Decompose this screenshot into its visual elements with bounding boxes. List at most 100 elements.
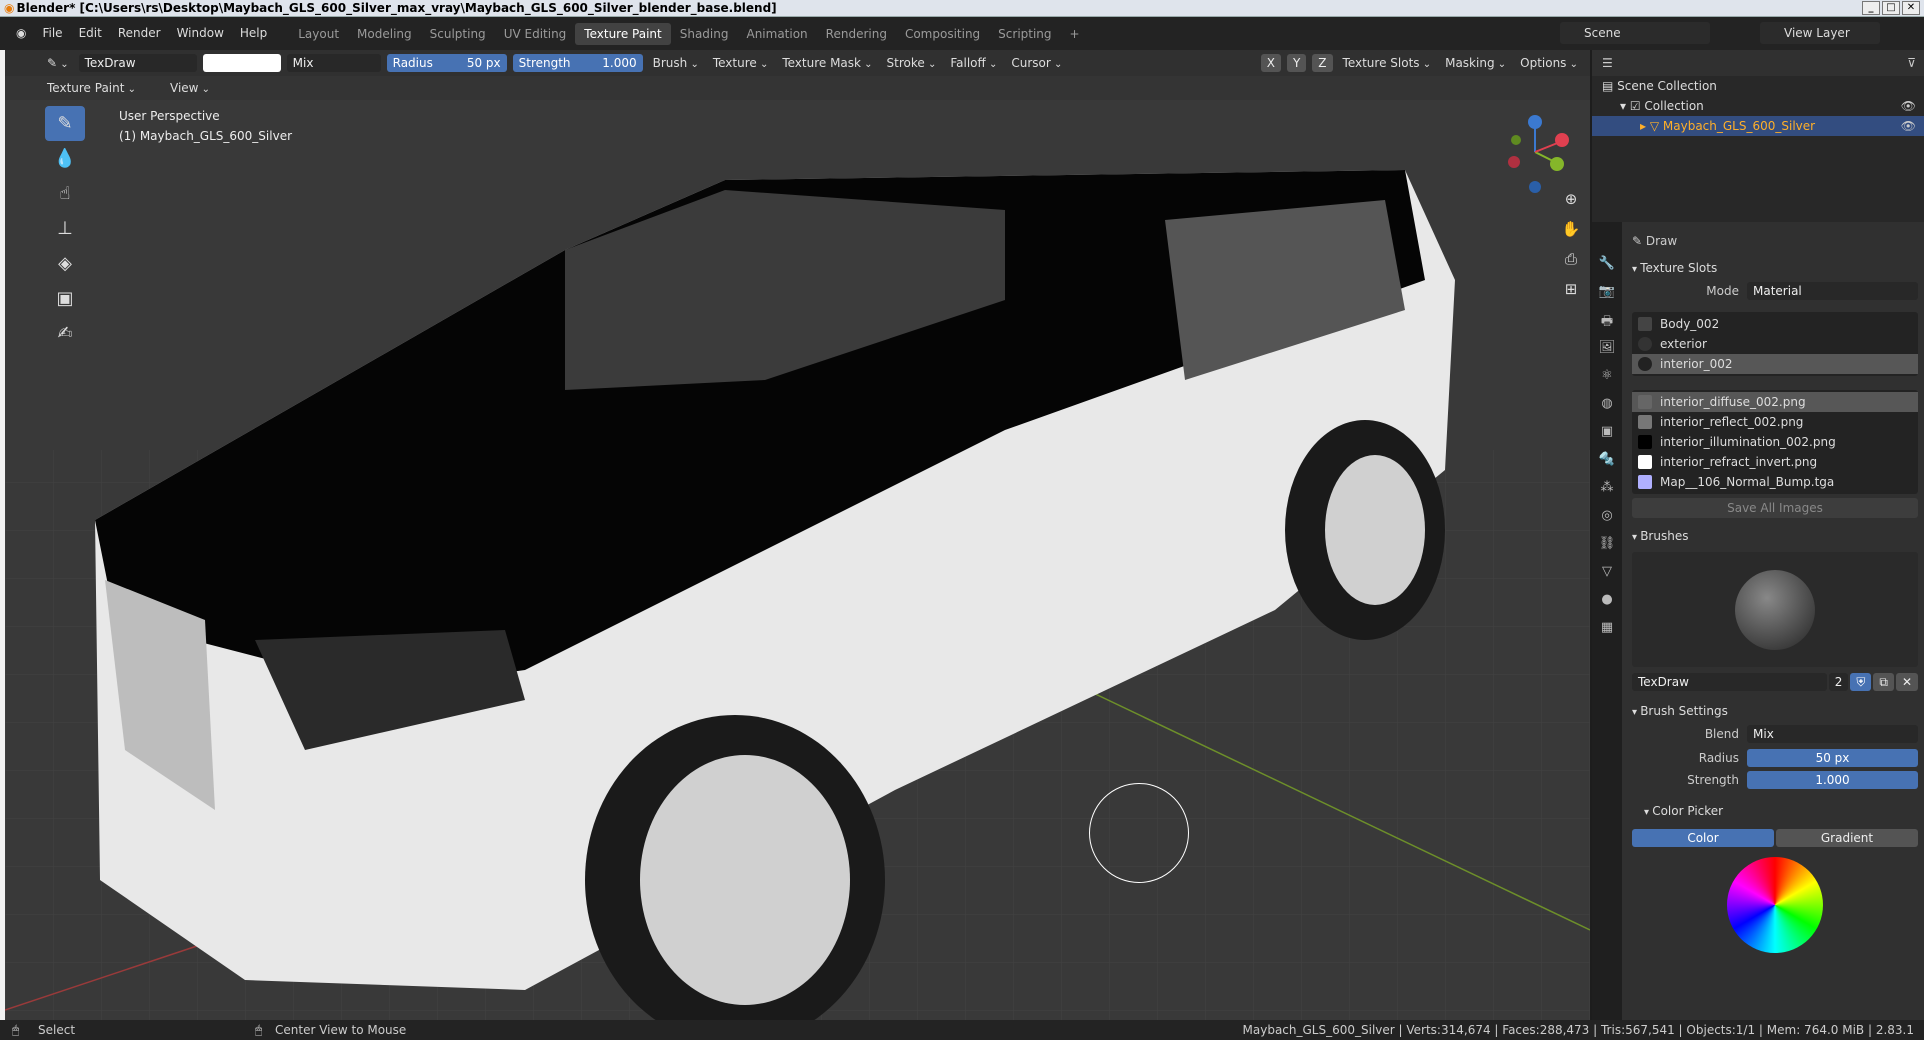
list-item[interactable]: interior_illumination_002.png [1632,432,1918,452]
list-item[interactable]: interior_reflect_002.png [1632,412,1918,432]
mirror-x-toggle[interactable]: X [1260,54,1281,72]
menu-falloff[interactable]: Falloff [946,54,1001,72]
clone-tool-icon[interactable]: ⊥ [45,211,85,246]
eye-icon[interactable]: 👁 [1901,96,1916,116]
duplicate-icon[interactable]: ⧉ [1873,673,1894,691]
color-picker-header[interactable]: Color Picker [1624,799,1924,823]
brushes-header[interactable]: Brushes [1624,524,1924,548]
draw-tool-icon[interactable]: ✎ [45,106,85,141]
list-item[interactable]: Body_002 [1632,314,1918,334]
blend-dropdown[interactable]: Mix [1747,725,1918,743]
tab-uv-editing[interactable]: UV Editing [495,23,576,45]
unlink-icon[interactable]: ✕ [1895,673,1918,691]
list-item[interactable]: Map__106_Normal_Bump.tga [1632,472,1918,492]
tab-layout[interactable]: Layout [289,23,348,45]
tab-animation[interactable]: Animation [737,23,816,45]
blend-mode-dropdown[interactable]: Mix [286,54,381,72]
tab-sculpting[interactable]: Sculpting [421,23,495,45]
tab-compositing[interactable]: Compositing [896,23,989,45]
mask-tool-icon[interactable]: ▣ [45,281,85,316]
filter-icon[interactable]: ⊽ [1907,56,1916,70]
modifier-tab-icon[interactable]: 🔩 [1599,452,1615,474]
color-wheel[interactable] [1727,857,1823,953]
menu-view[interactable]: View [166,79,214,97]
smear-tool-icon[interactable]: ☝ [45,176,85,211]
world-tab-icon[interactable]: ◍ [1601,396,1612,418]
brush-color-swatch[interactable] [202,54,281,72]
list-item[interactable]: interior_refract_invert.png [1632,452,1918,472]
tool-tab-icon[interactable]: 🔧 [1599,256,1615,278]
strength-slider[interactable]: Strength 1.000 [512,54,643,72]
menu-cursor[interactable]: Cursor [1007,54,1066,72]
radius-field[interactable]: 50 px [1747,749,1918,767]
menu-masking[interactable]: Masking [1441,54,1510,72]
brush-name-field[interactable]: TexDraw [1632,673,1827,691]
menu-help[interactable]: Help [232,17,275,50]
data-tab-icon[interactable]: ▽ [1602,564,1612,586]
render-tab-icon[interactable]: 📷 [1599,284,1615,306]
ortho-grid-icon[interactable]: ⊞ [1558,280,1584,302]
texture-tab-icon[interactable]: ▦ [1601,620,1613,642]
display-mode-icon[interactable]: ☰ [1602,56,1613,70]
object-tab-icon[interactable]: ▣ [1601,424,1613,446]
constraints-tab-icon[interactable]: ⛓ [1599,536,1616,558]
material-tab-icon[interactable]: ● [1601,592,1612,614]
navigation-gizmo[interactable] [1500,112,1580,197]
tab-gradient[interactable]: Gradient [1776,829,1918,847]
menu-render[interactable]: Render [110,17,169,50]
output-tab-icon[interactable]: 🖶 [1601,312,1613,334]
fake-user-icon[interactable]: ⛨ [1850,673,1872,691]
scene-collection-row[interactable]: ▤ Scene Collection [1592,76,1924,96]
list-item[interactable]: interior_002 [1632,354,1918,374]
tab-scripting[interactable]: Scripting [989,23,1060,45]
menu-options[interactable]: Options [1516,54,1582,72]
eye-icon[interactable]: 👁 [1901,116,1916,136]
3d-viewport[interactable]: ✎ TexDraw Mix Radius50 px Strength1.000 … [5,50,1590,1020]
object-row[interactable]: ▸ ▽ Maybach_GLS_600_Silver 👁 [1592,116,1924,136]
pan-hand-icon[interactable]: ✋ [1558,220,1584,242]
menu-brush[interactable]: Brush [649,54,703,72]
maximize-button[interactable]: □ [1882,1,1900,15]
collection-row[interactable]: ▾ ☑ Collection 👁 [1592,96,1924,116]
tab-rendering[interactable]: Rendering [817,23,896,45]
close-button[interactable]: ✕ [1902,1,1920,15]
soften-tool-icon[interactable]: 💧 [45,141,85,176]
fill-tool-icon[interactable]: ◈ [45,246,85,281]
strength-field[interactable]: 1.000 [1747,771,1918,789]
menu-texture-mask[interactable]: Texture Mask [778,54,876,72]
menu-texture-slots[interactable]: Texture Slots [1339,54,1436,72]
camera-icon[interactable]: ⎙ [1558,250,1584,272]
tool-settings-icon[interactable]: ✎ [43,54,73,72]
scene-tab-icon[interactable]: ⚛ [1601,368,1613,390]
menu-file[interactable]: File [34,17,70,50]
particles-tab-icon[interactable]: ⁂ [1601,480,1614,502]
brush-preview[interactable] [1632,552,1918,667]
brush-name-field[interactable]: TexDraw [78,54,197,72]
mode-dropdown[interactable]: Texture Paint [43,79,140,97]
blender-menu-icon[interactable]: ◉ [8,17,34,50]
view-layer-selector[interactable]: View Layer [1760,22,1880,44]
mirror-y-toggle[interactable]: Y [1286,54,1307,72]
brush-users-count[interactable]: 2 [1828,673,1849,691]
view-layer-tab-icon[interactable]: 🖼 [1599,340,1616,362]
tab-shading[interactable]: Shading [671,23,738,45]
list-item[interactable]: exterior [1632,334,1918,354]
physics-tab-icon[interactable]: ◎ [1601,508,1612,530]
tab-color[interactable]: Color [1632,829,1774,847]
save-all-images-button[interactable]: Save All Images [1632,498,1918,518]
minimize-button[interactable]: _ [1862,1,1880,15]
slot-mode-dropdown[interactable]: Material [1747,282,1918,300]
menu-stroke[interactable]: Stroke [883,54,941,72]
list-item[interactable]: interior_diffuse_002.png [1632,392,1918,412]
mirror-z-toggle[interactable]: Z [1312,54,1333,72]
menu-window[interactable]: Window [169,17,232,50]
radius-slider[interactable]: Radius 50 px [386,54,507,72]
brush-settings-header[interactable]: Brush Settings [1624,699,1924,723]
menu-edit[interactable]: Edit [71,17,110,50]
annotate-tool-icon[interactable]: ✍ [45,316,85,351]
add-workspace-icon[interactable]: + [1061,23,1089,45]
tab-texture-paint[interactable]: Texture Paint [575,22,671,45]
texture-slots-header[interactable]: Texture Slots [1624,256,1924,280]
menu-texture[interactable]: Texture [709,54,773,72]
zoom-icon[interactable]: ⊕ [1558,190,1584,212]
